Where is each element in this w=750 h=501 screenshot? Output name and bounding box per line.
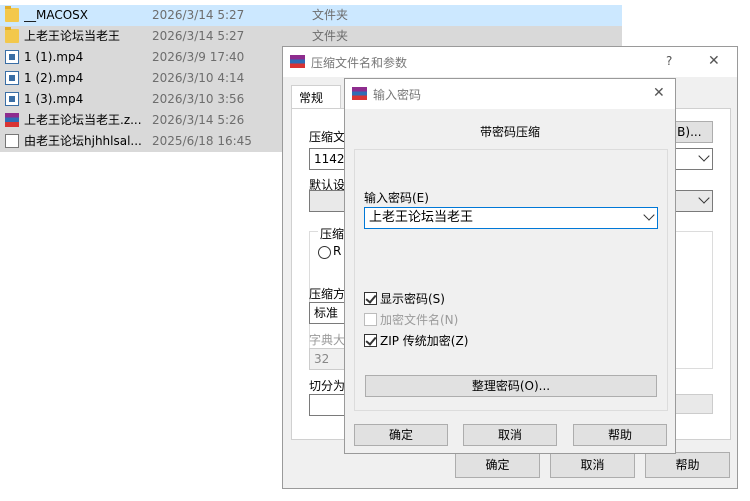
archive-name-label: 压缩文 bbox=[309, 130, 346, 144]
organize-passwords-button[interactable]: 整理密码(O)... bbox=[365, 375, 657, 397]
show-password-label: 显示密码(S) bbox=[380, 292, 445, 306]
password-help-button[interactable]: 帮助 bbox=[573, 424, 667, 446]
password-ok-button[interactable]: 确定 bbox=[354, 424, 448, 446]
chevron-down-icon[interactable] bbox=[643, 209, 655, 221]
password-input[interactable]: 上老王论坛当老王 bbox=[364, 207, 658, 229]
password-dialog: 输入密码 ✕ 带密码压缩 输入密码(E) 上老王论坛当老王 显示密码(S) 加密… bbox=[344, 78, 676, 454]
enter-password-label: 输入密码(E) bbox=[364, 191, 429, 205]
show-password-checkbox[interactable] bbox=[364, 292, 377, 305]
file-row[interactable]: 由老王论坛hjhhlsal... 2025/6/18 16:45 bbox=[0, 131, 287, 152]
file-row[interactable]: 上老王论坛当老王 2026/3/14 5:27 文件夹 bbox=[0, 26, 622, 47]
close-icon[interactable]: ✕ bbox=[708, 53, 720, 69]
winrar-archive-icon bbox=[5, 113, 19, 127]
password-group: 输入密码(E) 上老王论坛当老王 显示密码(S) 加密文件名(N) ZIP 传统… bbox=[354, 149, 668, 411]
winrar-icon bbox=[352, 87, 367, 100]
encrypt-names-label: 加密文件名(N) bbox=[380, 313, 459, 327]
dictionary-label: 字典大 bbox=[309, 333, 346, 347]
tab-general[interactable]: 常规 bbox=[291, 85, 341, 109]
file-row[interactable]: 1 (3).mp4 2026/3/10 3:56 bbox=[0, 89, 287, 110]
password-heading: 带密码压缩 bbox=[479, 125, 540, 139]
folder-icon bbox=[5, 6, 19, 22]
split-label: 切分为 bbox=[309, 379, 346, 393]
chevron-down-icon[interactable] bbox=[698, 192, 710, 204]
video-file-icon bbox=[5, 71, 19, 85]
video-file-icon bbox=[5, 50, 19, 64]
text-file-icon bbox=[5, 134, 19, 148]
file-row[interactable]: 上老王论坛当老王.z... 2026/3/14 5:26 bbox=[0, 110, 287, 131]
folder-icon bbox=[5, 27, 19, 43]
file-row[interactable]: __MACOSX 2026/3/14 5:27 文件夹 bbox=[0, 5, 622, 26]
help-icon[interactable]: ? bbox=[666, 54, 672, 68]
zip-legacy-checkbox[interactable] bbox=[364, 334, 377, 347]
password-cancel-button[interactable]: 取消 bbox=[463, 424, 557, 446]
archive-ok-button[interactable]: 确定 bbox=[455, 452, 540, 478]
method-label: 压缩方 bbox=[309, 287, 346, 301]
archive-cancel-button[interactable]: 取消 bbox=[550, 452, 635, 478]
close-icon[interactable]: ✕ bbox=[653, 85, 665, 101]
archive-dialog-titlebar: 压缩文件名和参数 ? ✕ bbox=[283, 47, 737, 77]
password-dialog-titlebar: 输入密码 ✕ bbox=[345, 79, 675, 109]
file-row[interactable]: 1 (2).mp4 2026/3/10 4:14 bbox=[0, 68, 287, 89]
video-file-icon bbox=[5, 92, 19, 106]
encrypt-names-checkbox[interactable] bbox=[364, 313, 377, 326]
chevron-down-icon[interactable] bbox=[698, 150, 710, 162]
format-radio[interactable] bbox=[318, 246, 331, 259]
side-button[interactable] bbox=[675, 394, 713, 414]
archive-help-button[interactable]: 帮助 bbox=[645, 452, 730, 478]
zip-legacy-label: ZIP 传统加密(Z) bbox=[380, 334, 469, 348]
file-row[interactable]: 1 (1).mp4 2026/3/9 17:40 bbox=[0, 47, 287, 68]
format-group-label: 压缩 bbox=[318, 225, 347, 242]
winrar-icon bbox=[290, 55, 305, 68]
